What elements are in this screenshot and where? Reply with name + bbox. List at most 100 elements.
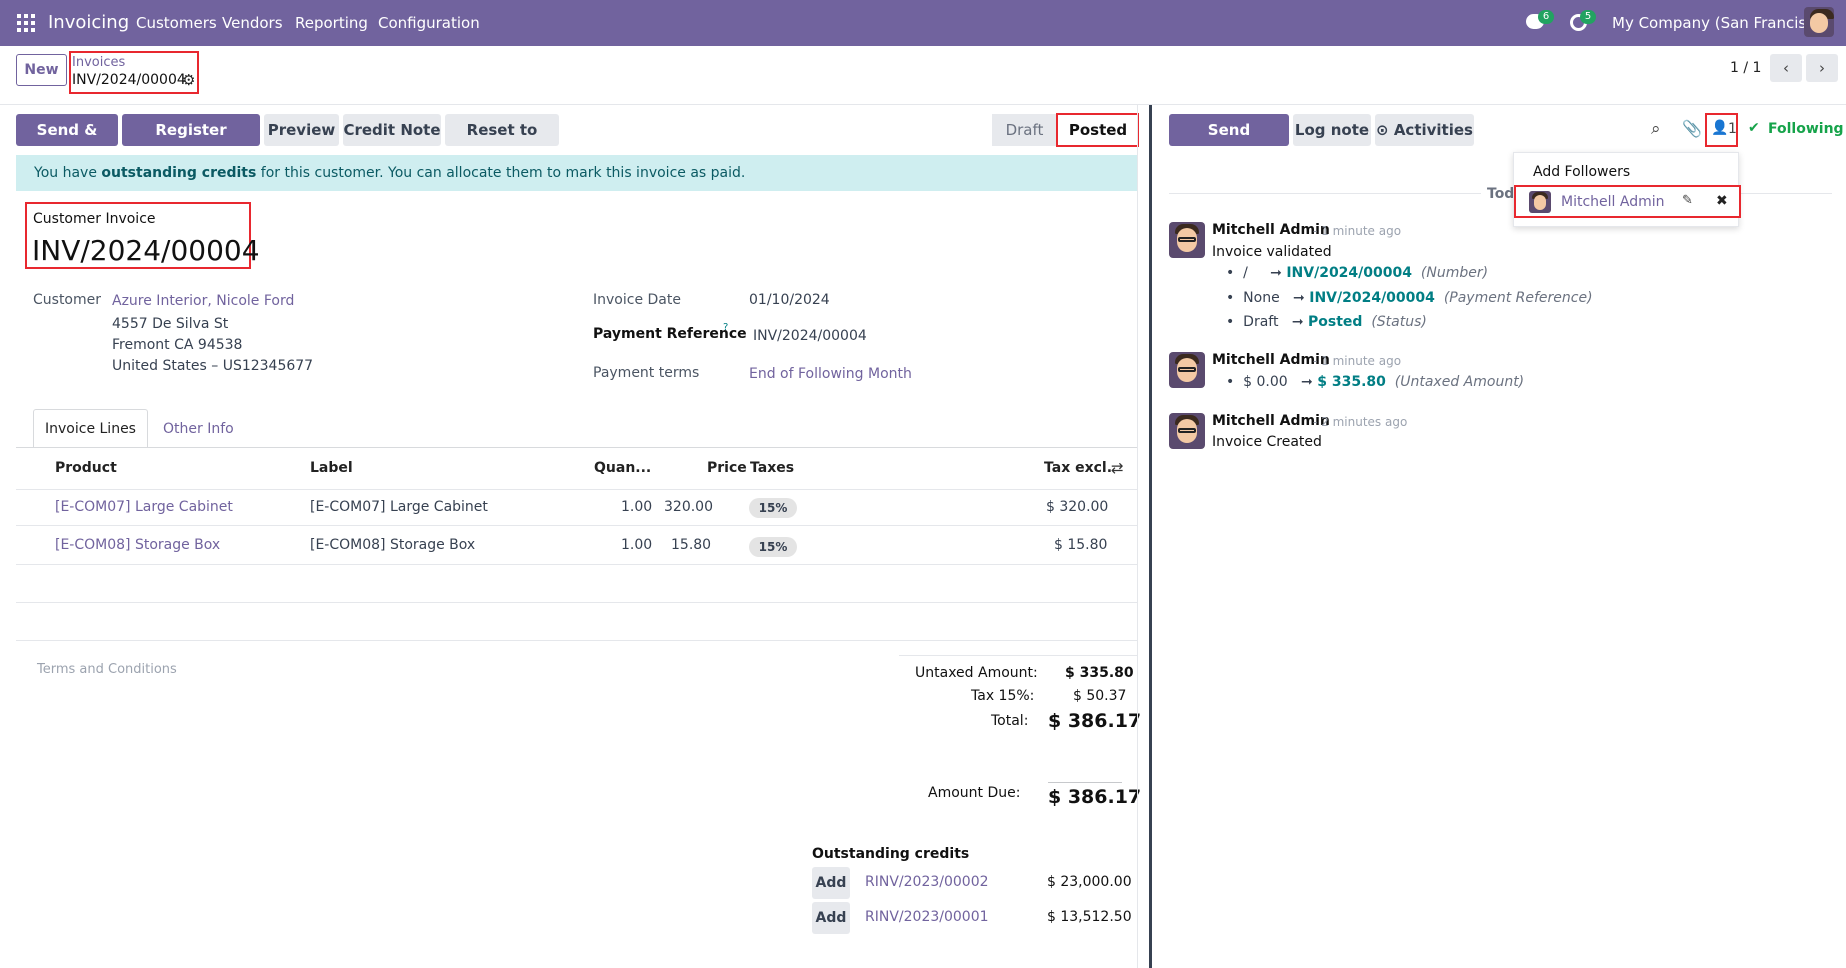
message-avatar[interactable]	[1169, 352, 1205, 388]
menu-configuration[interactable]: Configuration	[378, 14, 480, 32]
search-icon[interactable]: ⌕	[1651, 119, 1661, 139]
tax-value: $ 50.37	[1073, 688, 1127, 704]
tracking-old: None	[1243, 290, 1280, 306]
totals-divider	[899, 655, 1138, 656]
app-name[interactable]: Invoicing	[48, 12, 129, 33]
top-navbar: Invoicing Customers Vendors Reporting Co…	[0, 0, 1846, 46]
row-label: [E-COM07] Large Cabinet	[310, 499, 488, 515]
add-credit-button[interactable]: Add	[812, 902, 850, 934]
tracking-old: Draft	[1243, 314, 1279, 330]
menu-vendors[interactable]: Vendors	[222, 14, 283, 32]
col-label[interactable]: Label	[310, 460, 353, 476]
remove-follower-icon[interactable]: ✖	[1716, 193, 1728, 209]
tracking-field: (Payment Reference)	[1443, 290, 1593, 306]
status-highlight	[1056, 113, 1139, 147]
pager-next-button[interactable]: ›	[1806, 54, 1838, 82]
row-product[interactable]: [E-COM07] Large Cabinet	[55, 499, 233, 515]
invoice-date-value[interactable]: 01/10/2024	[749, 292, 830, 308]
preview-button[interactable]: Preview	[264, 114, 339, 146]
form-sheet-border	[1137, 105, 1138, 968]
amount-due-value: $ 386.17	[1048, 786, 1142, 808]
customer-address-line2: Fremont CA 94538	[112, 337, 243, 353]
row-tax-tag: 15%	[749, 498, 797, 518]
new-button[interactable]: New	[16, 54, 67, 86]
tab-other-info[interactable]: Other Info	[163, 421, 234, 437]
terms-conditions-field[interactable]: Terms and Conditions	[37, 662, 177, 677]
activities-label: Activities	[1393, 121, 1473, 139]
total-label: Total:	[991, 713, 1029, 729]
follower-name[interactable]: Mitchell Admin	[1561, 194, 1665, 210]
tab-invoice-lines[interactable]: Invoice Lines	[33, 409, 148, 448]
row-divider	[16, 602, 1138, 603]
optional-columns-icon[interactable]: ⇄	[1111, 459, 1124, 477]
row-qty: 1.00	[621, 499, 653, 515]
col-quantity[interactable]: Quan...	[594, 460, 651, 476]
amount-due-rule	[1048, 782, 1122, 783]
following-button[interactable]: Following	[1768, 121, 1844, 137]
total-value: $ 386.17	[1048, 710, 1142, 732]
breadcrumb-invoices[interactable]: Invoices	[72, 55, 125, 70]
apps-menu-icon[interactable]	[17, 14, 35, 32]
pager-prev-button[interactable]: ‹	[1770, 54, 1802, 82]
user-avatar[interactable]	[1804, 7, 1834, 37]
payment-reference-value[interactable]: INV/2024/00004	[753, 328, 867, 344]
tracking-new: Posted	[1308, 314, 1363, 330]
tracking-field: (Untaxed Amount)	[1394, 374, 1525, 390]
tracking-new: $ 335.80	[1317, 374, 1386, 390]
tracking-line: • Draft ➞ Posted (Status)	[1226, 314, 1427, 330]
row-price: 320.00	[664, 499, 713, 515]
col-taxes[interactable]: Taxes	[750, 460, 794, 476]
table-row[interactable]: [E-COM07] Large Cabinet [E-COM07] Large …	[16, 490, 1138, 526]
credit-ref[interactable]: RINV/2023/00002	[865, 874, 989, 890]
tabs-divider	[16, 447, 1138, 448]
edit-follower-icon[interactable]: ✎	[1682, 193, 1693, 208]
reset-draft-button[interactable]: Reset to Draft	[445, 114, 559, 171]
message-avatar[interactable]	[1169, 222, 1205, 258]
tracking-field: (Number)	[1420, 265, 1489, 281]
followers-count[interactable]: 1	[1728, 121, 1737, 137]
activity-badge: 5	[1580, 10, 1596, 24]
message-body: Invoice Created	[1212, 434, 1322, 450]
tracking-line: • None ➞ INV/2024/00004 (Payment Referen…	[1226, 290, 1593, 306]
col-price[interactable]: Price	[707, 460, 747, 476]
pager-value[interactable]: 1 / 1	[1730, 60, 1761, 76]
alert-suffix: for this customer. You can allocate them…	[256, 165, 746, 181]
customer-name[interactable]: Azure Interior, Nicole Ford	[112, 293, 294, 309]
row-product[interactable]: [E-COM08] Storage Box	[55, 537, 220, 553]
menu-customers[interactable]: Customers	[136, 14, 217, 32]
add-followers-link[interactable]: Add Followers	[1533, 164, 1630, 180]
col-tax-excl[interactable]: Tax excl.	[1044, 460, 1112, 476]
payment-reference-help-icon[interactable]: ?	[723, 322, 728, 333]
credit-amount: $ 23,000.00	[1047, 874, 1132, 890]
credit-ref[interactable]: RINV/2023/00001	[865, 909, 989, 925]
customer-label: Customer	[33, 292, 102, 308]
register-payment-button[interactable]: Register Payment	[122, 114, 260, 171]
message-avatar[interactable]	[1169, 413, 1205, 449]
col-product[interactable]: Product	[55, 460, 117, 476]
menu-reporting[interactable]: Reporting	[295, 14, 368, 32]
amount-due-label: Amount Due:	[928, 785, 1021, 801]
clock-icon: ⊙	[1376, 121, 1394, 139]
table-row[interactable]: [E-COM08] Storage Box [E-COM08] Storage …	[16, 527, 1138, 565]
gear-icon[interactable]: ⚙	[182, 71, 195, 89]
add-credit-button[interactable]: Add	[812, 867, 850, 899]
customer-address-line1: 4557 De Silva St	[112, 316, 229, 332]
chat-badge: 6	[1538, 10, 1554, 24]
send-message-button[interactable]: Send message	[1169, 114, 1289, 171]
status-draft[interactable]: Draft	[992, 114, 1057, 146]
paperclip-icon[interactable]: 📎	[1682, 119, 1702, 138]
activities-button[interactable]: ⊙ Activities	[1375, 114, 1474, 146]
credit-note-button[interactable]: Credit Note	[343, 114, 441, 146]
payment-terms-value[interactable]: End of Following Month	[749, 366, 912, 382]
followers-icon[interactable]: 👤	[1711, 120, 1728, 136]
chatter-splitter[interactable]	[1149, 105, 1152, 968]
tax-label: Tax 15%:	[971, 688, 1035, 704]
message-body: Invoice validated	[1212, 244, 1332, 260]
invoice-number: INV/2024/00004	[32, 234, 260, 267]
message-time: - 1 minute ago	[1313, 354, 1402, 368]
row-divider	[16, 640, 1138, 641]
untaxed-value: $ 335.80	[1065, 665, 1134, 681]
send-print-button[interactable]: Send & Print	[16, 114, 118, 171]
company-switcher[interactable]: My Company (San Francisco)	[1612, 14, 1829, 32]
log-note-button[interactable]: Log note	[1293, 114, 1371, 146]
